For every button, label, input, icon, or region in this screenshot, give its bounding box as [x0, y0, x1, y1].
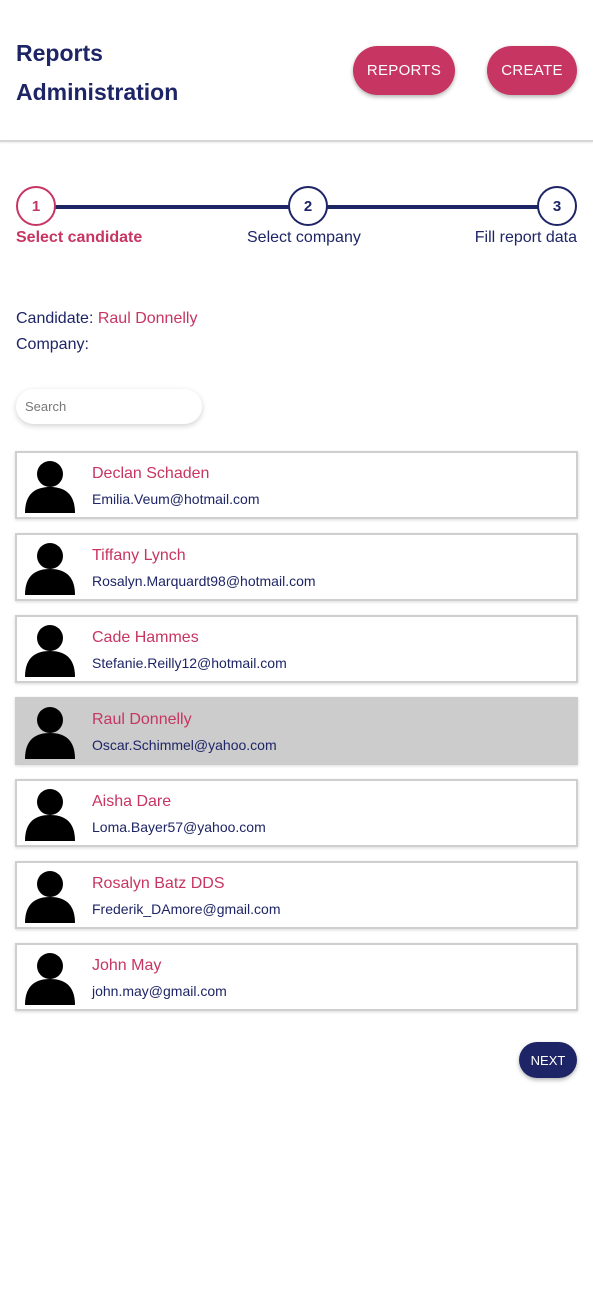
selected-company-info: Company:	[16, 336, 89, 354]
person-avatar-icon	[25, 707, 75, 759]
candidate-email: Loma.Bayer57@yahoo.com	[92, 819, 266, 835]
search-input[interactable]	[16, 389, 202, 424]
candidate-name: Declan Schaden	[92, 465, 210, 482]
step-3-indicator[interactable]: 3	[537, 186, 577, 226]
step-2-label: Select company	[247, 229, 361, 246]
candidate-list-item[interactable]: Cade Hammes Stefanie.Reilly12@hotmail.com	[15, 615, 578, 683]
person-avatar-icon	[25, 543, 75, 595]
selected-candidate-info: Candidate: Raul Donnelly	[16, 310, 197, 328]
candidate-email: Rosalyn.Marquardt98@hotmail.com	[92, 573, 316, 589]
candidate-email: Stefanie.Reilly12@hotmail.com	[92, 655, 287, 671]
next-button[interactable]: NEXT	[519, 1042, 577, 1078]
person-avatar-icon	[25, 953, 75, 1005]
page-title-line2: Administration	[16, 79, 179, 105]
reports-button[interactable]: REPORTS	[353, 46, 455, 95]
candidate-email: Emilia.Veum@hotmail.com	[92, 491, 260, 507]
step-3-label: Fill report data	[474, 229, 577, 246]
step-2-indicator[interactable]: 2	[288, 186, 328, 226]
step-1-indicator[interactable]: 1	[16, 186, 56, 226]
person-avatar-icon	[25, 789, 75, 841]
candidate-list-item[interactable]: Declan Schaden Emilia.Veum@hotmail.com	[15, 451, 578, 519]
candidate-name: Raul Donnelly	[92, 711, 192, 728]
page-title-line1: Reports	[16, 40, 103, 66]
page-title: Reports Administration	[16, 34, 236, 112]
person-avatar-icon	[25, 871, 75, 923]
candidate-email: john.may@gmail.com	[92, 983, 227, 999]
candidate-list-item[interactable]: Tiffany Lynch Rosalyn.Marquardt98@hotmail…	[15, 533, 578, 601]
candidate-name: Cade Hammes	[92, 629, 199, 646]
candidate-list-item[interactable]: Aisha Dare Loma.Bayer57@yahoo.com	[15, 779, 578, 847]
candidate-list-item[interactable]: Rosalyn Batz DDS Frederik_DAmore@gmail.co…	[15, 861, 578, 929]
candidate-label: Candidate:	[16, 310, 94, 327]
person-avatar-icon	[25, 461, 75, 513]
candidate-list-item[interactable]: Raul Donnelly Oscar.Schimmel@yahoo.com	[15, 697, 578, 765]
candidate-list: Declan Schaden Emilia.Veum@hotmail.com Tif…	[15, 451, 578, 1025]
create-button[interactable]: CREATE	[487, 46, 577, 95]
candidate-name: John May	[92, 957, 162, 974]
step-1-label: Select candidate	[16, 229, 143, 246]
candidate-name: Aisha Dare	[92, 793, 172, 810]
candidate-value: Raul Donnelly	[97, 310, 198, 327]
candidate-email: Oscar.Schimmel@yahoo.com	[92, 737, 277, 753]
candidate-name: Rosalyn Batz DDS	[92, 875, 225, 892]
candidate-name: Tiffany Lynch	[92, 547, 186, 564]
app-header: Reports Administration REPORTS CREATE	[0, 0, 593, 142]
company-label: Company:	[16, 336, 89, 353]
candidate-list-item[interactable]: John May john.may@gmail.com	[15, 943, 578, 1011]
candidate-email: Frederik_DAmore@gmail.com	[92, 901, 281, 917]
person-avatar-icon	[25, 625, 75, 677]
